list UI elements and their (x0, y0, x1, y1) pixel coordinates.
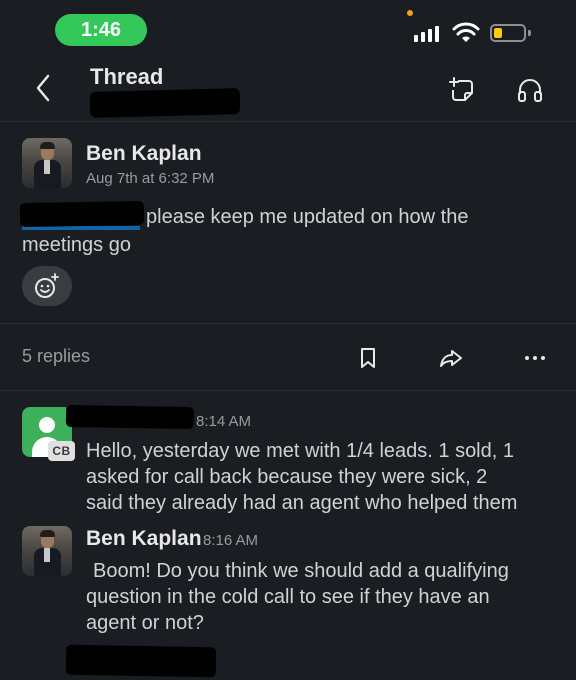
status-time: 1:46 (55, 14, 147, 46)
add-reaction-button[interactable] (22, 266, 72, 306)
message-text-line: asked for call back because they were si… (86, 466, 488, 488)
message-timestamp: 8:16 AM (203, 532, 259, 549)
message-timestamp: 8:14 AM (196, 413, 252, 430)
message-text-line: question in the cold call to see if they… (86, 586, 490, 608)
avatar[interactable] (22, 138, 72, 188)
battery-cap (528, 30, 531, 36)
avatar[interactable] (22, 526, 72, 576)
divider (0, 390, 576, 391)
more-options-button[interactable] (522, 346, 548, 370)
redacted-author (65, 404, 195, 430)
headphones-huddle-button[interactable] (516, 76, 544, 104)
save-bookmark-button[interactable] (355, 346, 381, 370)
divider (0, 323, 576, 324)
page-title: Thread (90, 64, 164, 89)
message-text-line: said they already had an agent who helpe… (86, 492, 518, 514)
message-text-line: agent or not? (86, 612, 204, 634)
status-bar: 1:46 (0, 0, 576, 58)
cellular-signal-icon (414, 26, 439, 42)
user-initials-badge: CB (48, 441, 75, 461)
message-text-line: Hello, yesterday we met with 1/4 leads. … (86, 440, 514, 462)
back-button[interactable] (28, 70, 60, 106)
message-text-line: please keep me updated on how the (146, 206, 469, 228)
message-text-line: meetings go (22, 234, 131, 256)
wifi-icon (452, 22, 480, 42)
message-author[interactable]: Ben Kaplan (86, 527, 202, 551)
message-timestamp: Aug 7th at 6:32 PM (86, 170, 215, 187)
message-text-line: Boom! Do you think we should add a quali… (93, 560, 509, 582)
message-author[interactable]: Ben Kaplan (86, 142, 202, 166)
redacted-content (65, 644, 217, 678)
redacted-mention (19, 200, 145, 228)
emoji-add-icon (35, 273, 59, 298)
new-canvas-button[interactable] (448, 76, 476, 104)
redacted-channel-name (89, 88, 241, 118)
share-forward-button[interactable] (438, 346, 464, 370)
thread-header: Thread (0, 58, 576, 122)
battery-icon (490, 24, 526, 42)
privacy-indicator-dot (407, 10, 413, 16)
replies-count: 5 replies (22, 346, 91, 366)
